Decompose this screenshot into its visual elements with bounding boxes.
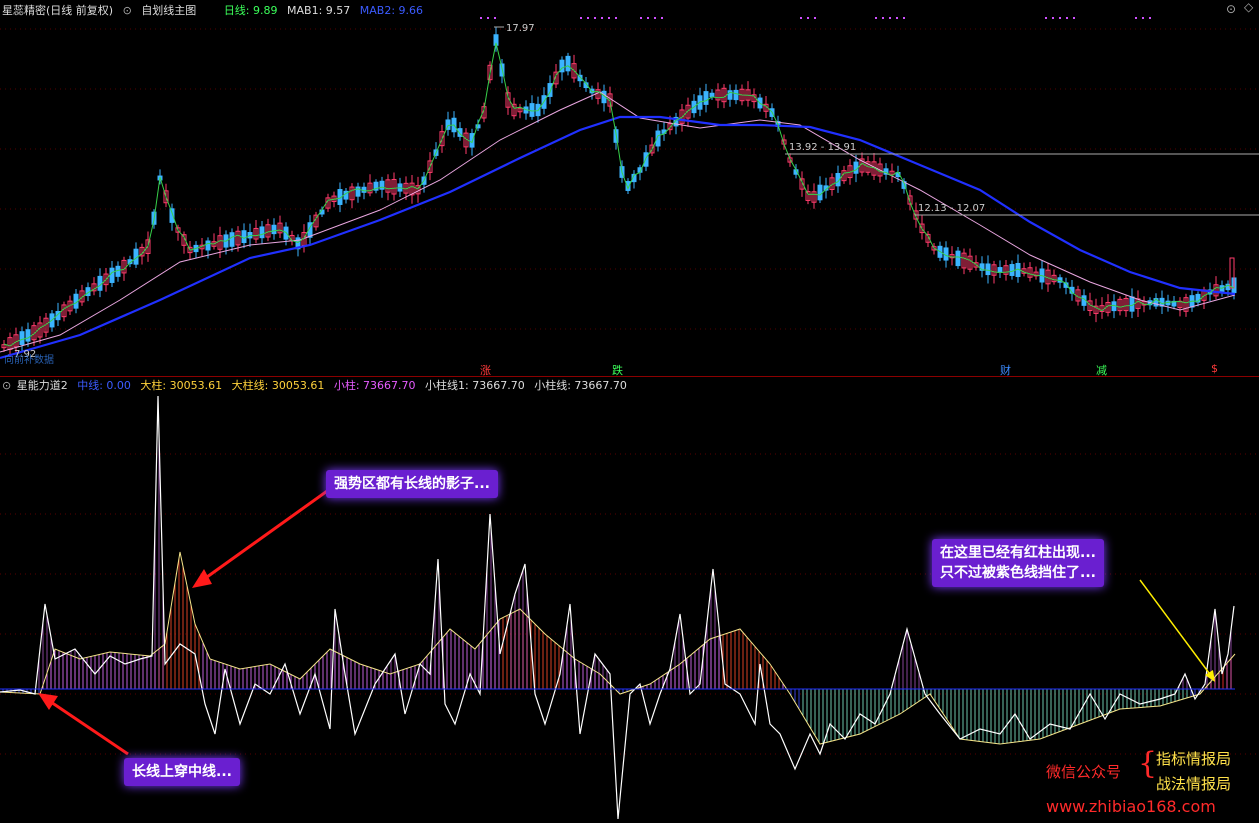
big-bar-line-value: 大柱线: 30053.61 [231,379,325,392]
indicator-grid [0,453,1259,755]
signal-dot [640,17,642,19]
candle-body [241,230,247,244]
main-grid [0,28,1259,330]
signal-dollar: $ [1211,362,1218,375]
signal-dot [661,17,663,19]
watermark-name2: 战法情报局 [1156,775,1232,793]
candle-body [271,224,277,235]
candle-body [733,89,739,101]
candle-body [229,232,235,247]
signal-dot [1059,17,1061,19]
candle-body [205,240,211,251]
callout-cross-mid: 长线上穿中线... [124,758,240,786]
candle-body [709,92,715,98]
arrow-cross-mid [38,693,129,756]
signal-dot [1052,17,1054,19]
backfill-note: 向前补数据 [4,353,54,366]
signal-dot [1045,17,1047,19]
signal-dot [647,17,649,19]
candle-body [259,226,265,239]
watermark-url: www.zhibiao168.com [1046,797,1216,816]
callout-red-bar: 在这里已经有红柱出现... 只不过被紫色线挡住了... [932,539,1104,587]
signal-dot [494,17,496,19]
candle-body [817,184,823,201]
indicator-header: ⊙ 星能力道2 中线: 0.00 大柱: 30053.61 大柱线: 30053… [2,377,633,395]
small-bar-line [0,395,1235,820]
small-bar-line-value: 小柱线: 73667.70 [534,379,627,392]
ma-green-line [3,42,1235,347]
candle-body [25,329,31,342]
small-bar-value: 小柱: 73667.70 [333,379,416,392]
signal-dot [1073,17,1075,19]
arrow-strong-zone [192,487,331,588]
indicator-bars [2,434,1232,744]
candle-body [565,55,571,72]
candle-body [955,250,961,267]
signal-dot [875,17,877,19]
candle-body [361,186,367,193]
watermark-brace: { [1138,746,1158,781]
small-bar-line1-value: 小柱线1: 73667.70 [425,379,525,392]
arrow-red-bar [1139,579,1215,682]
signal-dot [882,17,884,19]
signal-dot [654,17,656,19]
signal-dot [580,17,582,19]
signal-dot [487,17,489,19]
watermark-wechat: 微信公众号 [1046,763,1122,781]
ma-blue-line [0,115,1236,360]
signal-dot [800,17,802,19]
watermark-name1: 指标情报局 [1156,750,1232,768]
signal-dot [480,17,482,19]
signal-dot [903,17,905,19]
signal-dot [1066,17,1068,19]
gap-label-1: 13.92 - 13.91 [789,142,856,153]
peak-price-label: 17.97 [506,23,535,34]
signal-dot [814,17,816,19]
candle-body [985,263,991,276]
signal-dot [1135,17,1137,19]
candle-body [997,267,1003,273]
top-signal-dots [480,17,1151,19]
signal-dot [889,17,891,19]
candle-body [19,331,25,346]
candle-body [643,152,649,167]
callout-strong-zone: 强势区都有长线的影子... [326,470,498,498]
candle-body [529,103,535,117]
gap-label-2: 12.13 - 12.07 [918,203,985,214]
callout-red-bar-line2: 只不过被紫色线挡住了... [940,565,1096,581]
callout-red-bar-line1: 在这里已经有红柱出现... [940,545,1096,561]
main-candlestick-chart[interactable]: 13.92 - 13.91 12.13 - 12.07 17.97 7.92 向… [0,0,1259,376]
signal-dot [601,17,603,19]
candle-body [1009,264,1015,276]
candlesticks [1,26,1237,357]
signal-dot [1149,17,1151,19]
indicator-dropdown-icon[interactable]: ⊙ [2,379,11,392]
signal-dot [608,17,610,19]
candle-body [703,91,709,105]
signal-dot [1142,17,1144,19]
signal-dot [807,17,809,19]
signal-dot [587,17,589,19]
signal-dot [594,17,596,19]
signal-dot [896,17,898,19]
signal-dot [615,17,617,19]
big-bar-value: 大柱: 30053.61 [140,379,223,392]
indicator-name[interactable]: 星能力道2 [17,379,68,392]
candle-body [469,133,475,148]
candle-body [109,267,115,283]
mid-line-value: 中线: 0.00 [77,379,131,392]
candle-body [97,275,103,291]
